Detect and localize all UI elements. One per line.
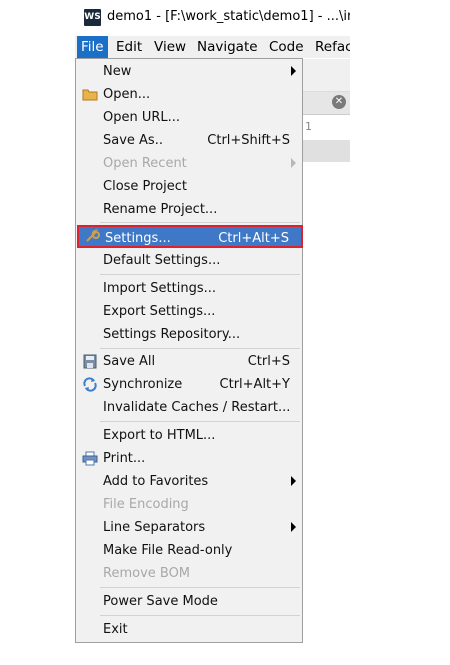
menu-item-label: Remove BOM <box>103 566 191 581</box>
menu-item-open-url[interactable]: Open URL... <box>76 106 302 129</box>
menu-item-label: Default Settings... <box>103 253 221 268</box>
sync-icon <box>82 377 98 392</box>
menu-navigate[interactable]: Navigate <box>193 36 262 58</box>
menu-item-label: New <box>103 64 132 79</box>
menu-item-label: Print... <box>103 451 146 466</box>
submenu-arrow-icon <box>291 66 296 76</box>
menu-item-label: Export Settings... <box>103 304 216 319</box>
title-bar: WS demo1 - [F:\work_static\demo1] - ...\… <box>75 0 350 37</box>
menu-item-label: Make File Read-only <box>103 543 233 558</box>
menu-item-label: Save All <box>103 354 156 369</box>
menu-item-save-as[interactable]: Save As.. Ctrl+Shift+S <box>76 129 302 152</box>
menu-item-file-encoding: File Encoding <box>76 493 302 516</box>
menu-separator <box>100 615 300 616</box>
menu-item-make-read-only[interactable]: Make File Read-only <box>76 539 302 562</box>
file-menu-dropdown: New Open... Open URL... Save As.. Ctrl+S… <box>75 58 303 643</box>
menu-item-remove-bom: Remove BOM <box>76 562 302 585</box>
save-icon <box>82 354 98 369</box>
menu-item-label: Power Save Mode <box>103 594 218 609</box>
submenu-arrow-icon <box>291 158 296 168</box>
menu-separator <box>100 222 300 223</box>
menu-item-shortcut: Ctrl+Alt+S <box>218 231 289 246</box>
menu-item-settings[interactable]: Settings... Ctrl+Alt+S <box>77 225 303 248</box>
menu-item-label: Open URL... <box>103 110 181 125</box>
menu-view[interactable]: View <box>150 36 190 58</box>
menu-item-label: Settings... <box>105 231 171 246</box>
submenu-arrow-icon <box>291 522 296 532</box>
menu-item-label: Exit <box>103 622 128 637</box>
menu-item-label: File Encoding <box>103 497 189 512</box>
menu-item-line-separators[interactable]: Line Separators <box>76 516 302 539</box>
menu-separator <box>100 348 300 349</box>
menu-item-label: Line Separators <box>103 520 206 535</box>
window-title: demo1 - [F:\work_static\demo1] - ...\ir <box>107 9 350 24</box>
menu-item-default-settings[interactable]: Default Settings... <box>76 249 302 272</box>
menu-item-shortcut: Ctrl+Shift+S <box>207 133 290 148</box>
menu-item-rename-project[interactable]: Rename Project... <box>76 198 302 221</box>
menu-item-label: Close Project <box>103 179 188 194</box>
menu-item-label: Import Settings... <box>103 281 216 296</box>
printer-icon <box>82 451 98 466</box>
menu-item-settings-repository[interactable]: Settings Repository... <box>76 323 302 346</box>
close-icon[interactable]: ✕ <box>332 95 346 109</box>
menu-item-label: Rename Project... <box>103 202 218 217</box>
wrench-icon <box>84 229 100 244</box>
menu-code[interactable]: Code <box>265 36 308 58</box>
menu-item-import-settings[interactable]: Import Settings... <box>76 277 302 300</box>
menu-refactor[interactable]: Refac <box>311 36 350 58</box>
webstorm-app-icon: WS <box>84 9 101 26</box>
menu-item-label: Export to HTML... <box>103 428 216 443</box>
menu-separator <box>100 587 300 588</box>
menu-item-shortcut: Ctrl+Alt+Y <box>219 377 290 392</box>
menu-item-label: Add to Favorites <box>103 474 209 489</box>
menu-item-open-recent: Open Recent <box>76 152 302 175</box>
menu-file[interactable]: File <box>77 36 108 58</box>
menu-item-label: Save As.. <box>103 133 163 148</box>
line-number: 1 <box>305 120 312 133</box>
menu-item-invalidate-caches[interactable]: Invalidate Caches / Restart... <box>76 396 302 419</box>
menu-separator <box>100 421 300 422</box>
menu-bar: File Edit View Navigate Code Refac <box>75 36 350 58</box>
menu-item-export-settings[interactable]: Export Settings... <box>76 300 302 323</box>
menu-item-close-project[interactable]: Close Project <box>76 175 302 198</box>
menu-item-exit[interactable]: Exit <box>76 618 302 641</box>
menu-item-label: Invalidate Caches / Restart... <box>103 400 291 415</box>
background-toolbar <box>303 59 350 92</box>
menu-item-new[interactable]: New <box>76 60 302 83</box>
background-selected-row <box>303 140 350 162</box>
menu-item-print[interactable]: Print... <box>76 447 302 470</box>
menu-item-save-all[interactable]: Save All Ctrl+S <box>76 350 302 373</box>
menu-item-label: Settings Repository... <box>103 327 241 342</box>
menu-separator <box>100 274 300 275</box>
menu-item-power-save-mode[interactable]: Power Save Mode <box>76 590 302 613</box>
menu-item-open[interactable]: Open... <box>76 83 302 106</box>
menu-item-label: Open... <box>103 87 151 102</box>
menu-item-label: Open Recent <box>103 156 187 171</box>
menu-item-add-to-favorites[interactable]: Add to Favorites <box>76 470 302 493</box>
submenu-arrow-icon <box>291 476 296 486</box>
folder-icon <box>82 87 98 102</box>
menu-item-synchronize[interactable]: Synchronize Ctrl+Alt+Y <box>76 373 302 396</box>
menu-item-label: Synchronize <box>103 377 183 392</box>
menu-edit[interactable]: Edit <box>112 36 146 58</box>
menu-item-export-to-html[interactable]: Export to HTML... <box>76 424 302 447</box>
menu-item-shortcut: Ctrl+S <box>247 354 290 369</box>
ide-window: WS demo1 - [F:\work_static\demo1] - ...\… <box>75 0 350 645</box>
